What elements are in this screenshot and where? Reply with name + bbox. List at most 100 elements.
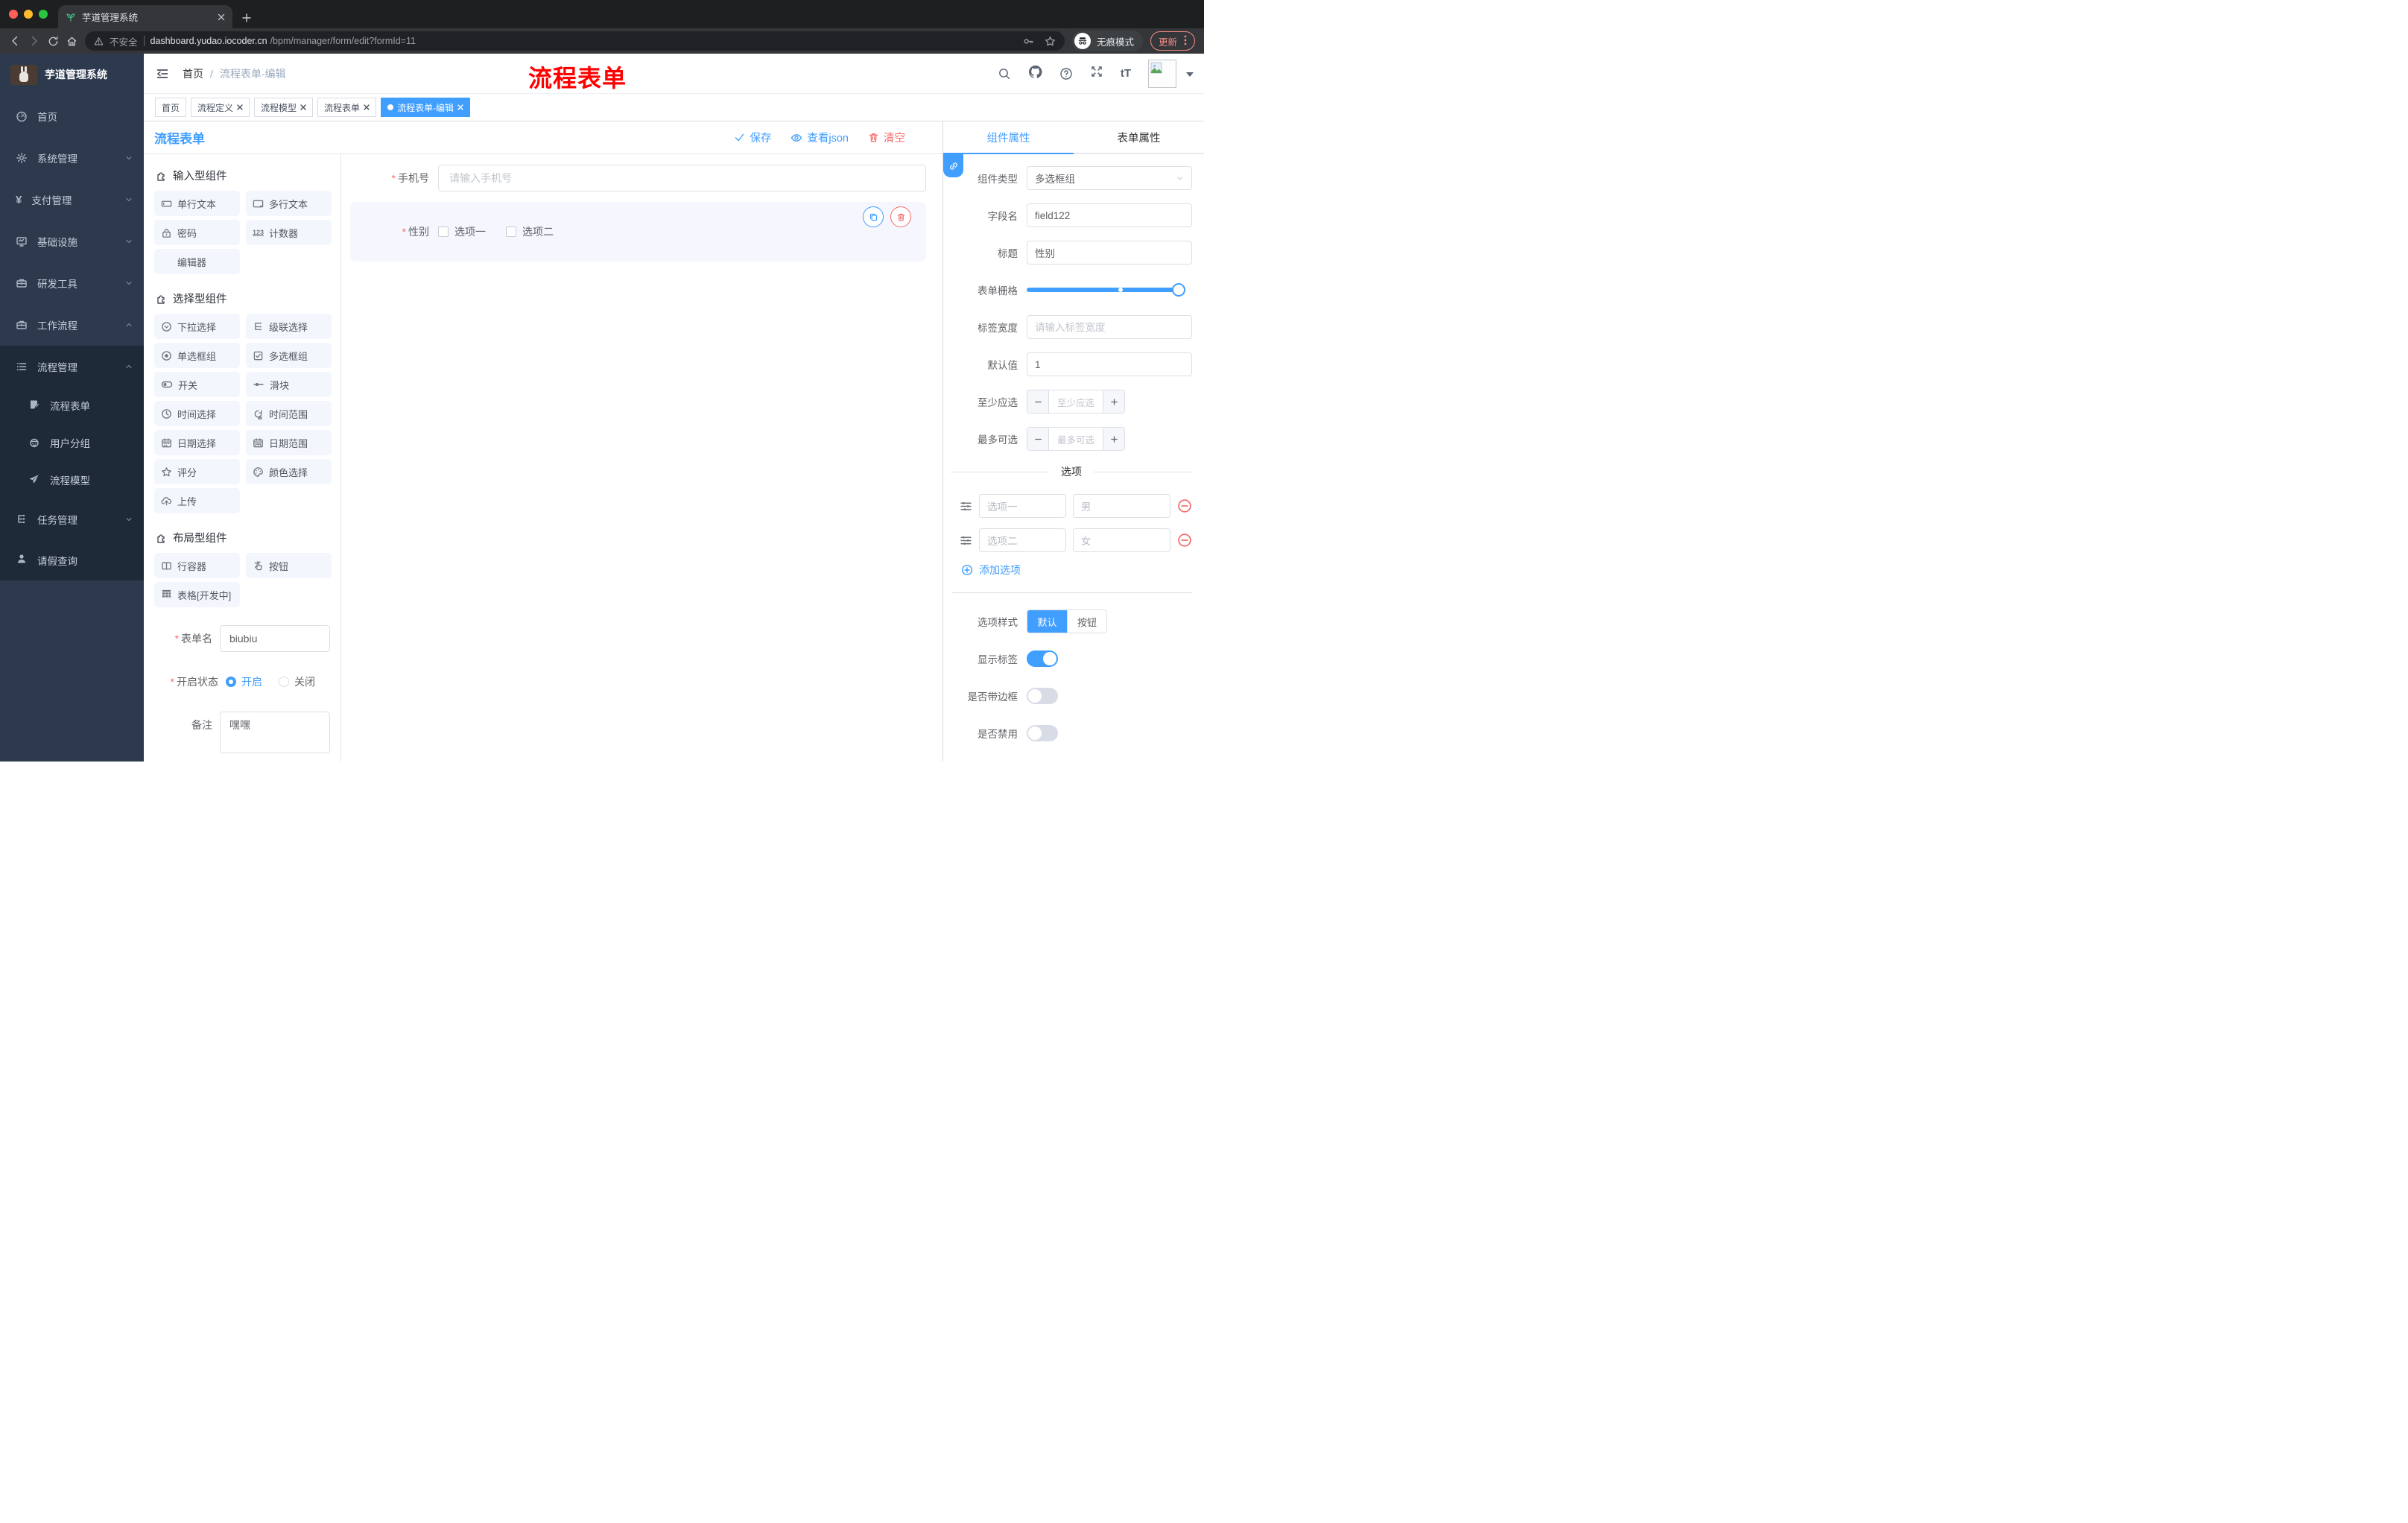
component-item-table[interactable]: 表格[开发中] xyxy=(154,582,240,607)
slider-handle[interactable] xyxy=(1172,283,1185,297)
avatar-caret-icon[interactable] xyxy=(1186,67,1194,80)
home-button[interactable] xyxy=(66,36,77,47)
option-value-input[interactable] xyxy=(1072,494,1170,518)
stepper-increase-button[interactable] xyxy=(1103,390,1124,413)
bookmark-star-icon[interactable] xyxy=(1045,36,1056,47)
sidebar-item-leave-query[interactable]: 请假查询 xyxy=(0,539,144,580)
window-minimize-button[interactable] xyxy=(24,10,33,19)
checkbox-box[interactable] xyxy=(438,227,449,237)
component-item-time-range[interactable]: 时间范围 xyxy=(246,401,332,426)
form-grid-slider[interactable] xyxy=(1027,283,1185,297)
tag-process-model[interactable]: 流程模型 xyxy=(254,98,314,117)
tab-form-props[interactable]: 表单属性 xyxy=(1074,121,1204,154)
default-value-input[interactable] xyxy=(1027,352,1192,376)
sidebar-item-process-mgmt[interactable]: 流程管理 xyxy=(0,346,144,387)
back-button[interactable] xyxy=(9,35,21,47)
title-input[interactable] xyxy=(1027,241,1192,265)
component-item-switch[interactable]: 开关 xyxy=(154,372,240,397)
clear-button[interactable]: 清空 xyxy=(868,130,905,145)
avatar[interactable] xyxy=(1148,59,1176,88)
canvas-field-gender-selected[interactable]: * 性别 选项一 选项二 xyxy=(350,202,926,262)
canvas-field-phone[interactable]: * 手机号 xyxy=(350,165,926,191)
tag-process-form-edit[interactable]: 流程表单-编辑 xyxy=(381,98,471,117)
sidebar-item-process-form[interactable]: 流程表单 xyxy=(0,387,144,424)
tab-component-props[interactable]: 组件属性 xyxy=(943,121,1074,154)
sidebar-item-task-mgmt[interactable]: 任务管理 xyxy=(0,498,144,539)
app-logo[interactable]: 芋道管理系统 xyxy=(0,54,144,95)
component-item-rate[interactable]: 评分 xyxy=(154,459,240,484)
sidebar-item-process-model[interactable]: 流程模型 xyxy=(0,461,144,498)
new-tab-button[interactable] xyxy=(241,13,252,23)
tag-home[interactable]: 首页 xyxy=(155,98,187,117)
tag-close-icon[interactable] xyxy=(457,104,463,110)
style-button-button[interactable]: 按钮 xyxy=(1067,610,1106,633)
sidebar-item-workflow[interactable]: 工作流程 xyxy=(0,304,144,346)
component-type-select[interactable]: 多选框组 xyxy=(1027,166,1192,190)
sidebar-item-infra[interactable]: 基础设施 xyxy=(0,221,144,262)
border-toggle[interactable] xyxy=(1027,688,1058,704)
component-item-single-text[interactable]: 单行文本 xyxy=(154,191,240,216)
reload-button[interactable] xyxy=(48,36,59,47)
save-button[interactable]: 保存 xyxy=(734,130,771,145)
drag-handle-icon[interactable] xyxy=(960,500,972,513)
tag-close-icon[interactable] xyxy=(300,104,306,110)
breadcrumb-home[interactable]: 首页 xyxy=(183,66,203,81)
fullscreen-icon[interactable] xyxy=(1090,65,1103,82)
field-name-input[interactable] xyxy=(1027,203,1192,227)
gender-option-1[interactable]: 选项一 xyxy=(438,224,486,239)
update-button[interactable]: 更新 xyxy=(1150,31,1195,51)
status-radio-on[interactable]: 开启 xyxy=(226,674,262,689)
tag-close-icon[interactable] xyxy=(237,104,243,110)
component-item-button[interactable]: 按钮 xyxy=(246,553,332,578)
remark-textarea[interactable]: 嘿嘿 xyxy=(220,712,330,753)
component-item-upload[interactable]: 上传 xyxy=(154,488,240,513)
component-item-date-range[interactable]: 日期范围 xyxy=(246,430,332,455)
forward-button[interactable] xyxy=(28,35,40,47)
stepper-decrease-button[interactable] xyxy=(1027,428,1048,450)
component-item-multi-text[interactable]: 多行文本 xyxy=(246,191,332,216)
tag-process-form[interactable]: 流程表单 xyxy=(317,98,377,117)
component-item-color-picker[interactable]: 颜色选择 xyxy=(246,459,332,484)
sidebar-collapse-icon[interactable] xyxy=(153,64,172,83)
gender-option-2[interactable]: 选项二 xyxy=(506,224,554,239)
delete-component-button[interactable] xyxy=(890,206,911,227)
stepper-decrease-button[interactable] xyxy=(1027,390,1048,413)
component-item-date-picker[interactable]: 日期选择 xyxy=(154,430,240,455)
add-option-button[interactable]: 添加选项 xyxy=(961,563,1192,577)
phone-input[interactable] xyxy=(438,165,926,191)
copy-component-button[interactable] xyxy=(863,206,884,227)
help-icon[interactable] xyxy=(1059,67,1073,80)
tab-close-icon[interactable] xyxy=(218,13,225,21)
component-item-row-container[interactable]: 行容器 xyxy=(154,553,240,578)
browser-tab[interactable]: 芋道管理系统 xyxy=(58,5,232,28)
stepper-value[interactable]: 最多可选 xyxy=(1048,428,1103,450)
security-warning-icon[interactable] xyxy=(94,37,104,46)
style-default-button[interactable]: 默认 xyxy=(1027,610,1067,633)
sidebar-item-user-group[interactable]: 用户分组 xyxy=(0,424,144,461)
checkbox-box[interactable] xyxy=(506,227,516,237)
window-zoom-button[interactable] xyxy=(39,10,48,19)
tag-process-definition[interactable]: 流程定义 xyxy=(191,98,250,117)
label-width-input[interactable] xyxy=(1027,315,1192,339)
password-key-icon[interactable] xyxy=(1023,36,1034,47)
sidebar-item-payment[interactable]: ¥ 支付管理 xyxy=(0,179,144,221)
remove-option-button[interactable] xyxy=(1177,498,1192,513)
stepper-value[interactable]: 至少应选 xyxy=(1048,390,1103,413)
form-canvas[interactable]: *手机号 *性别 选项一 选项二 xyxy=(341,154,942,762)
address-bar[interactable]: 不安全 dashboard.yudao.iocoder.cn/bpm/manag… xyxy=(85,31,1065,51)
component-item-checkbox-group[interactable]: 多选框组 xyxy=(246,343,332,368)
sidebar-item-home[interactable]: 首页 xyxy=(0,95,144,137)
component-item-password[interactable]: 密码 xyxy=(154,220,240,245)
component-item-time-picker[interactable]: 时间选择 xyxy=(154,401,240,426)
option-value-input[interactable] xyxy=(1072,528,1170,552)
component-item-editor[interactable]: 编辑器 xyxy=(154,249,240,274)
sidebar-item-system[interactable]: 系统管理 xyxy=(0,137,144,179)
disabled-toggle[interactable] xyxy=(1027,725,1058,741)
component-item-select[interactable]: 下拉选择 xyxy=(154,314,240,339)
stepper-increase-button[interactable] xyxy=(1103,428,1124,450)
search-icon[interactable] xyxy=(998,67,1011,80)
option-label-input[interactable] xyxy=(979,494,1066,518)
component-item-radio-group[interactable]: 单选框组 xyxy=(154,343,240,368)
sidebar-item-devtools[interactable]: 研发工具 xyxy=(0,262,144,304)
drag-handle-icon[interactable] xyxy=(960,534,972,547)
